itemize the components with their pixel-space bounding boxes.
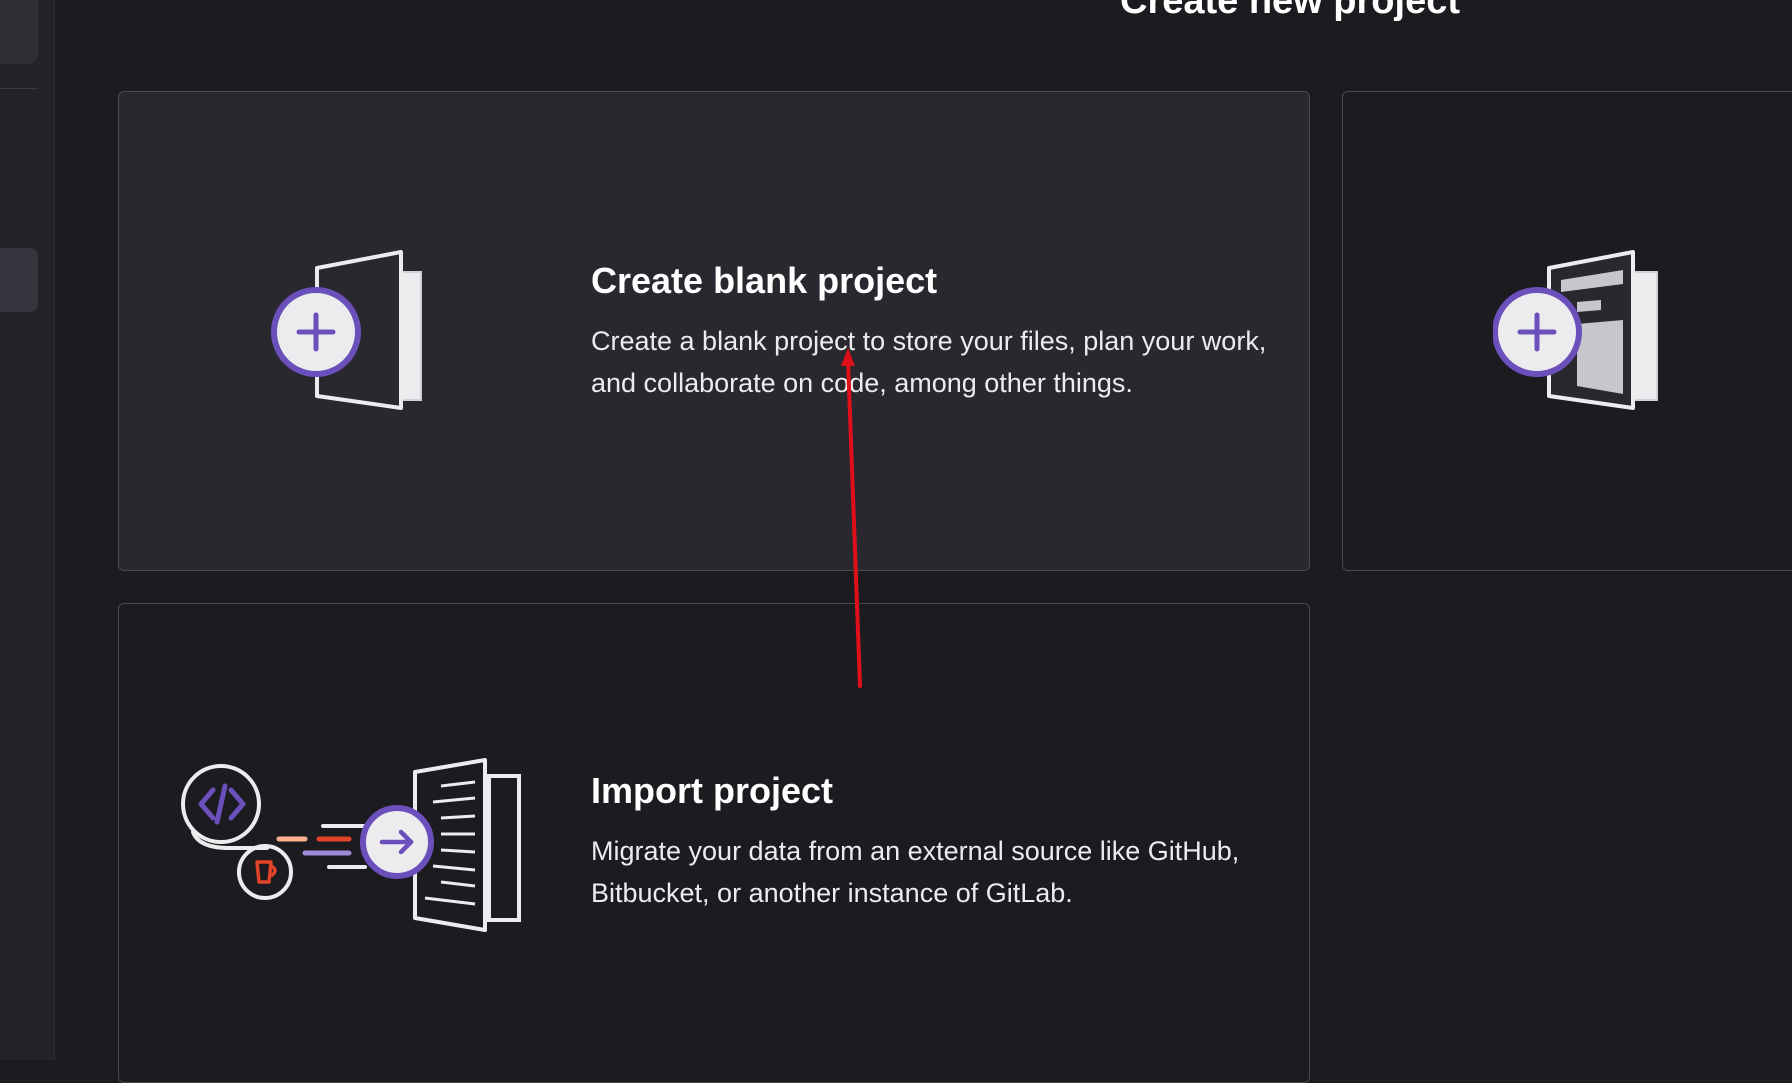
card-description: Migrate your data from an external sourc… xyxy=(591,836,1240,908)
sidebar-item-active[interactable] xyxy=(0,248,38,312)
sidebar-item-top[interactable] xyxy=(0,0,38,64)
plus-template-document-icon xyxy=(1493,250,1658,410)
import-project-card[interactable]: Import project Migrate your data from an… xyxy=(118,603,1310,1083)
page-title: Create new project xyxy=(1120,0,1460,22)
card-title: Create blank project xyxy=(591,260,938,301)
create-blank-project-card[interactable]: Create blank project Create a blank proj… xyxy=(118,91,1310,571)
plus-document-icon xyxy=(271,250,422,410)
import-code-document-icon xyxy=(181,758,521,932)
sidebar xyxy=(0,0,55,1060)
sidebar-divider xyxy=(0,88,38,89)
card-title: Import project xyxy=(591,770,834,811)
create-from-template-card[interactable] xyxy=(1342,91,1792,571)
card-description: Create a blank project to store your fil… xyxy=(591,326,1267,398)
